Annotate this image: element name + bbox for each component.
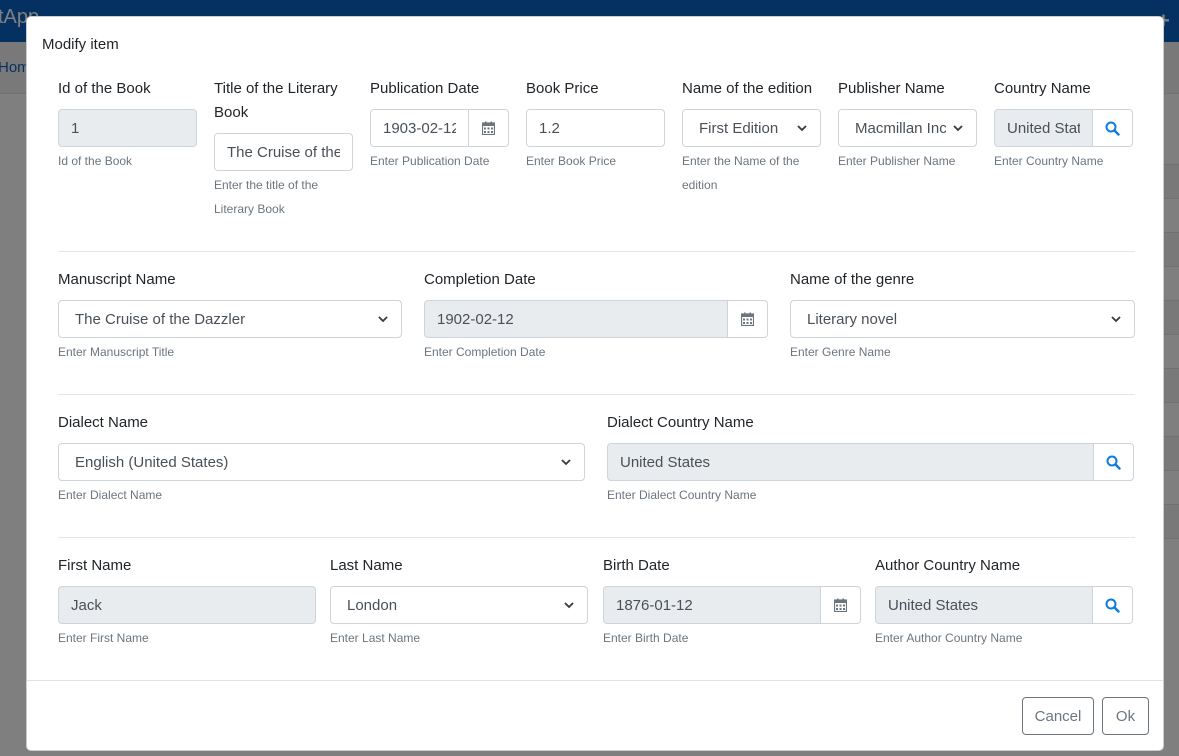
chevron-down-icon — [378, 316, 388, 323]
edition-select[interactable]: First Edition — [682, 109, 821, 147]
country-help: Enter Country Name — [994, 154, 1104, 168]
chevron-down-icon — [561, 459, 571, 466]
country-group: Country Name United States Enter Country… — [994, 77, 1133, 173]
author-country-help: Enter Author Country Name — [875, 631, 1023, 645]
edition-label: Name of the edition — [682, 80, 813, 97]
last-name-label: Last Name — [330, 557, 403, 574]
calendar-icon — [834, 598, 847, 612]
author-country-label: Author Country Name — [875, 557, 1021, 574]
divider — [58, 251, 1135, 252]
manuscript-label: Manuscript Name — [58, 271, 176, 288]
completion-date-help: Enter Completion Date — [424, 345, 546, 359]
first-name-help: Enter First Name — [58, 631, 149, 645]
publication-date-label: Publication Date — [370, 80, 480, 97]
publication-date-group: Publication Date 1903-02-12 Enter Public… — [370, 77, 509, 173]
completion-date-label: Completion Date — [424, 271, 536, 288]
dialect-country-label: Dialect Country Name — [607, 414, 754, 431]
genre-label: Name of the genre — [790, 271, 915, 288]
dialect-country-help: Enter Dialect Country Name — [607, 488, 757, 502]
dialect-country-input[interactable]: United States — [607, 443, 1094, 481]
author-country-search-button[interactable] — [1093, 586, 1133, 624]
completion-date-input[interactable]: 1902-02-12 — [424, 300, 728, 338]
book-price-group: Book Price 1.2 Enter Book Price — [526, 77, 665, 173]
author-country-input[interactable]: United States — [875, 586, 1093, 624]
birth-date-group: Birth Date 1876-01-12 Enter Birth Date — [603, 554, 861, 650]
search-icon — [1105, 598, 1120, 613]
genre-group: Name of the genre Literary novel Enter G… — [790, 268, 1135, 364]
book-price-input[interactable]: 1.2 — [526, 109, 665, 147]
chevron-down-icon — [564, 602, 574, 609]
publication-date-help: Enter Publication Date — [370, 154, 490, 168]
chevron-down-icon — [1111, 316, 1121, 323]
dialect-label: Dialect Name — [58, 414, 149, 431]
publisher-group: Publisher Name Macmillan Inc. Enter Publ… — [838, 77, 977, 173]
publisher-select[interactable]: Macmillan Inc. — [838, 109, 977, 147]
edition-group: Name of the edition First Edition Enter … — [682, 77, 821, 197]
birth-date-input[interactable]: 1876-01-12 — [603, 586, 821, 624]
dialect-country-search-button[interactable] — [1094, 443, 1134, 481]
chevron-down-icon — [953, 125, 963, 132]
publication-date-input[interactable]: 1903-02-12 — [370, 109, 469, 147]
modify-item-dialog: Modify item Id of the Book 1 Id of the B… — [26, 16, 1164, 751]
manuscript-group: Manuscript Name The Cruise of the Dazzle… — [58, 268, 402, 364]
book-id-group: Id of the Book 1 Id of the Book — [58, 77, 197, 173]
last-name-select[interactable]: London — [330, 586, 588, 624]
dialect-select[interactable]: English (United States) — [58, 443, 585, 481]
completion-date-group: Completion Date 1902-02-12 Enter Complet… — [424, 268, 768, 364]
divider — [58, 537, 1135, 538]
title-label: Title of the Literary Book — [214, 80, 338, 121]
first-name-group: First Name Jack Enter First Name — [58, 554, 316, 650]
author-country-group: Author Country Name United States Enter … — [875, 554, 1133, 650]
last-name-help: Enter Last Name — [330, 631, 421, 645]
birth-date-calendar-button[interactable] — [821, 586, 861, 624]
search-icon — [1105, 121, 1120, 136]
calendar-icon — [741, 312, 754, 326]
title-help: Enter the title of the Literary Book — [214, 178, 319, 216]
manuscript-help: Enter Manuscript Title — [58, 345, 175, 359]
search-icon — [1106, 455, 1121, 470]
country-label: Country Name — [994, 80, 1091, 97]
divider — [58, 394, 1135, 395]
title-group: Title of the Literary Book The Cruise of… — [214, 77, 353, 221]
first-name-label: First Name — [58, 557, 132, 574]
manuscript-select[interactable]: The Cruise of the Dazzler — [58, 300, 402, 338]
modal-title: Modify item — [42, 36, 119, 53]
book-id-help: Id of the Book — [58, 154, 133, 168]
book-price-label: Book Price — [526, 80, 599, 97]
modal-footer-divider — [27, 680, 1163, 681]
birth-date-label: Birth Date — [603, 557, 670, 574]
completion-date-calendar-button[interactable] — [728, 300, 768, 338]
edition-help: Enter the Name of the edition — [682, 154, 800, 192]
title-input[interactable]: The Cruise of the Dazzler — [214, 133, 353, 171]
dialect-country-group: Dialect Country Name United States Enter… — [607, 411, 1134, 507]
publication-date-calendar-button[interactable] — [469, 109, 509, 147]
book-id-label: Id of the Book — [58, 80, 151, 97]
country-input[interactable]: United States — [994, 109, 1093, 147]
cancel-button[interactable]: Cancel — [1022, 697, 1094, 735]
book-id-input[interactable]: 1 — [58, 109, 197, 147]
dialect-group: Dialect Name English (United States) Ent… — [58, 411, 585, 507]
chevron-down-icon — [797, 125, 807, 132]
first-name-input[interactable]: Jack — [58, 586, 316, 624]
genre-help: Enter Genre Name — [790, 345, 891, 359]
publisher-label: Publisher Name — [838, 80, 945, 97]
calendar-icon — [482, 121, 495, 135]
publisher-help: Enter Publisher Name — [838, 154, 956, 168]
dialect-help: Enter Dialect Name — [58, 488, 163, 502]
birth-date-help: Enter Birth Date — [603, 631, 689, 645]
last-name-group: Last Name London Enter Last Name — [330, 554, 588, 650]
genre-select[interactable]: Literary novel — [790, 300, 1135, 338]
book-price-help: Enter Book Price — [526, 154, 617, 168]
country-search-button[interactable] — [1093, 109, 1133, 147]
ok-button[interactable]: Ok — [1102, 697, 1149, 735]
